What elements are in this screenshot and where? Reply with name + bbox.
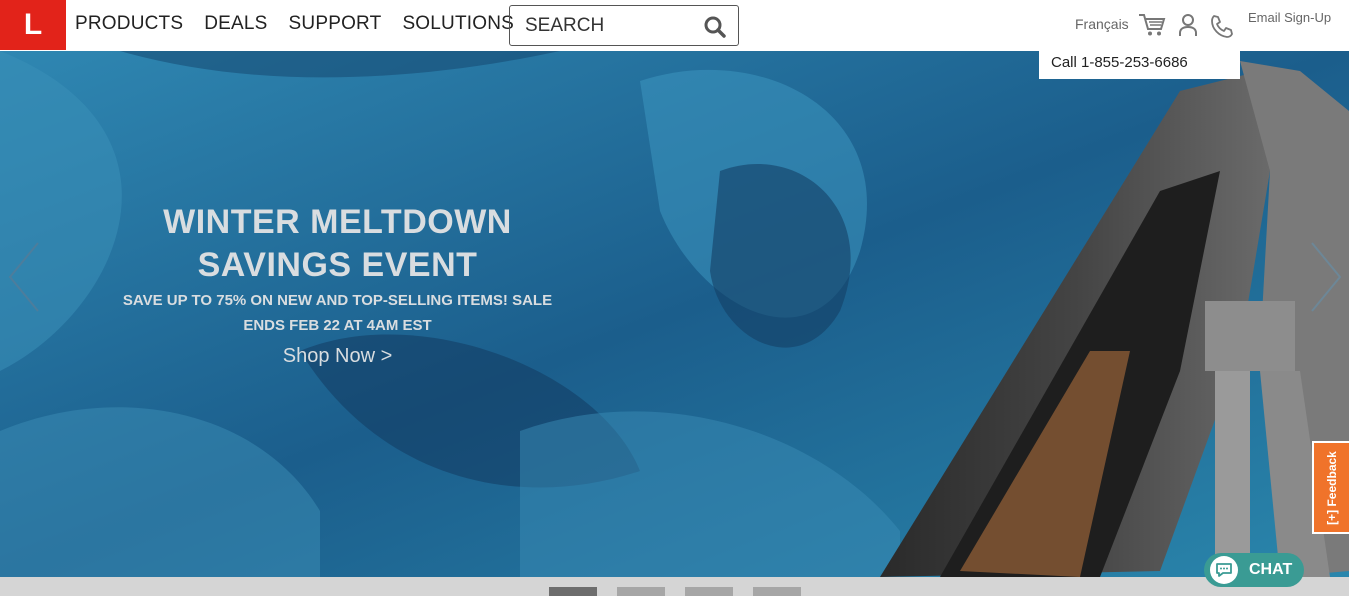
hero-copy: WINTER MELTDOWN SAVINGS EVENT SAVE UP TO… [100, 201, 575, 368]
feedback-tab[interactable]: [+] Feedback [1312, 441, 1349, 534]
hero-title-line1: WINTER MELTDOWN [163, 203, 512, 241]
email-signup-link[interactable]: Email Sign-Up [1248, 10, 1331, 25]
call-popup[interactable]: Call 1-855-253-6686 [1039, 50, 1240, 79]
carousel-dot-1[interactable] [549, 587, 597, 596]
feedback-label: [+] Feedback [1324, 450, 1339, 525]
nav-deals[interactable]: DEALS [204, 13, 267, 35]
carousel-prev-arrow-icon[interactable] [8, 241, 40, 318]
chat-bubble-icon [1210, 556, 1238, 584]
shop-now-link[interactable]: Shop Now > [100, 345, 575, 368]
carousel-next-arrow-icon[interactable] [1310, 241, 1342, 318]
phone-icon[interactable] [1210, 14, 1234, 43]
hero-subtitle-line1: SAVE UP TO 75% ON NEW AND TOP-SELLING IT… [122, 292, 553, 309]
language-toggle[interactable]: Français [1075, 16, 1129, 32]
brand-logo[interactable]: L [0, 0, 66, 50]
carousel-indicator-bar [0, 577, 1349, 596]
account-icon[interactable] [1178, 13, 1198, 42]
hero-title-line2: SAVINGS EVENT [197, 246, 478, 284]
main-nav: PRODUCTS DEALS SUPPORT SOLUTIONS [75, 13, 514, 35]
hero-subtitle-line2: ENDS FEB 22 AT 4AM EST [243, 317, 432, 334]
nav-products[interactable]: PRODUCTS [75, 13, 183, 35]
site-header: L PRODUCTS DEALS SUPPORT SOLUTIONS Franç… [0, 0, 1349, 51]
nav-solutions[interactable]: SOLUTIONS [402, 13, 514, 35]
carousel-dot-4[interactable] [753, 587, 801, 596]
search-icon[interactable] [704, 16, 726, 43]
search-input[interactable] [525, 14, 695, 37]
cart-icon[interactable] [1138, 13, 1166, 42]
carousel-dot-2[interactable] [617, 587, 665, 596]
search-box [509, 5, 739, 46]
chat-label: CHAT [1249, 561, 1293, 578]
hero-banner[interactable]: WINTER MELTDOWN SAVINGS EVENT SAVE UP TO… [0, 51, 1349, 577]
nav-support[interactable]: SUPPORT [289, 13, 382, 35]
carousel-dot-3[interactable] [685, 587, 733, 596]
chat-button[interactable]: CHAT [1204, 553, 1304, 587]
